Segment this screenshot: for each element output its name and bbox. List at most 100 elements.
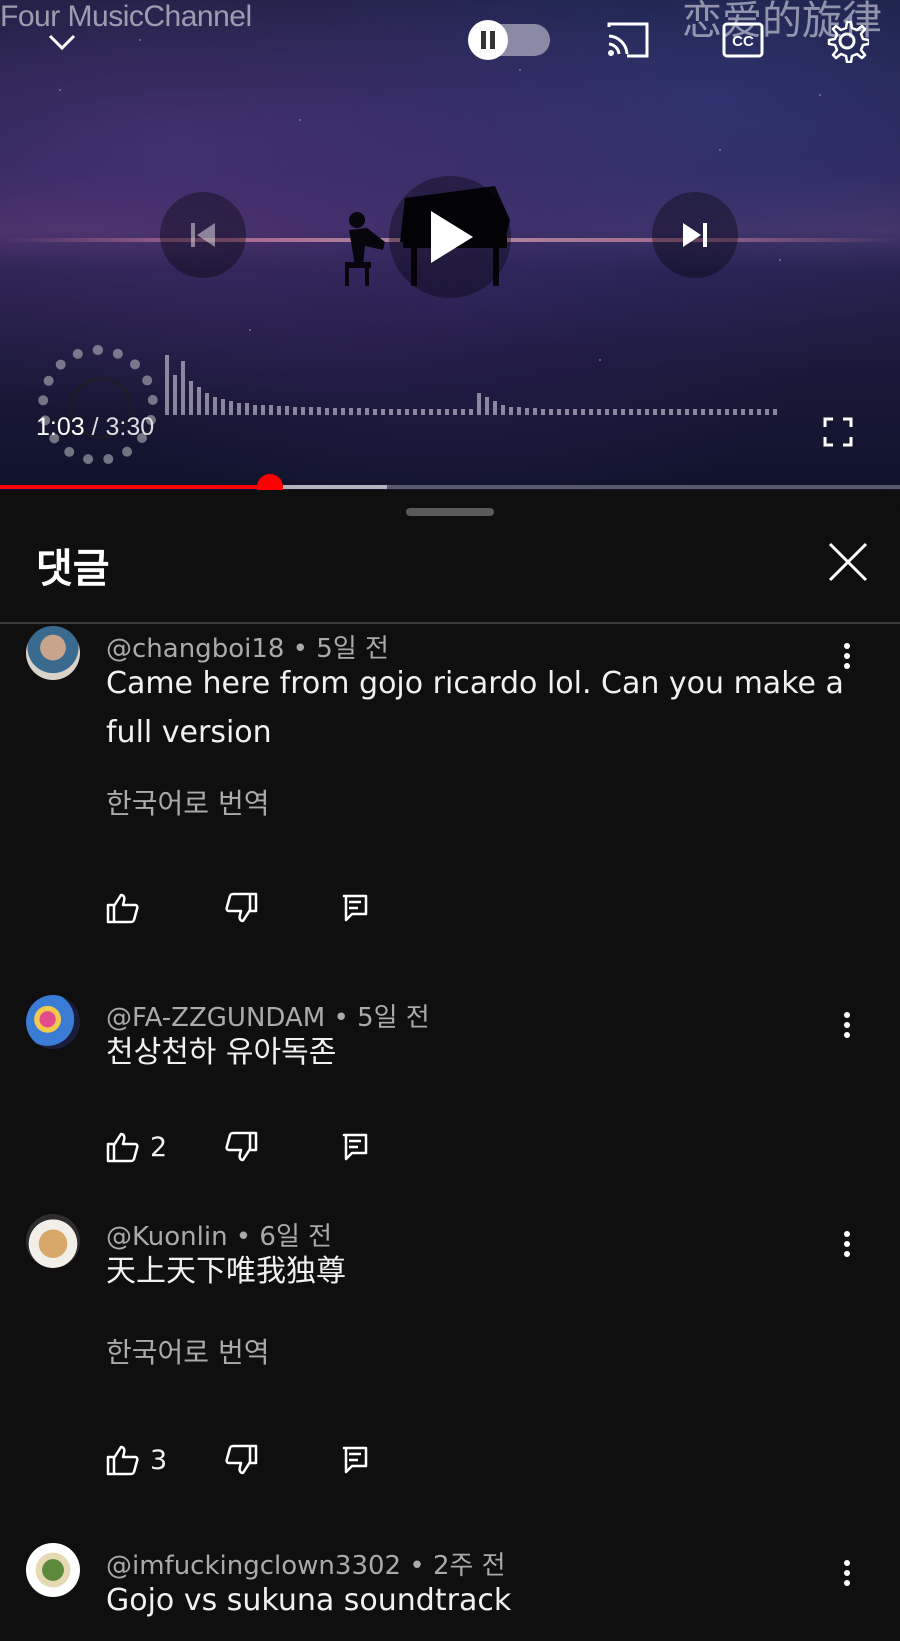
cast-icon [607, 22, 649, 58]
visualizer-bar [557, 409, 561, 415]
like-button[interactable] [106, 888, 150, 928]
fullscreen-icon [823, 417, 853, 447]
thumbs-down-icon [225, 892, 258, 923]
dislike-button[interactable] [224, 1127, 258, 1167]
settings-button[interactable] [822, 16, 872, 66]
visualizer-bar [429, 409, 433, 415]
visualizer-bar [333, 408, 337, 415]
visualizer-bar [725, 409, 729, 415]
translate-link[interactable]: 한국어로 번역 [106, 782, 269, 822]
comment-text: 천상천하 유아독존 [106, 1035, 337, 1070]
comment-actions [106, 888, 506, 928]
comment-actions: 2 [106, 1127, 506, 1167]
visualizer-bar [253, 405, 257, 415]
visualizer-bar [541, 409, 545, 415]
visualizer-bar [533, 408, 537, 415]
pause-icon [481, 31, 495, 49]
visualizer-bar [437, 409, 441, 415]
reply-icon [342, 1446, 368, 1474]
avatar[interactable] [26, 995, 80, 1049]
video-player[interactable]: Four MusicChannel 恋爱的旋律 CC 1:03 / 3:30 [0, 0, 900, 490]
visualizer-bar [181, 361, 185, 415]
visualizer-bar [405, 409, 409, 415]
reply-button[interactable] [342, 1440, 368, 1480]
like-count: 2 [150, 1131, 168, 1163]
thumbs-up-icon [106, 1132, 139, 1163]
autoplay-toggle[interactable] [468, 20, 550, 60]
play-icon [431, 211, 473, 263]
collapse-button[interactable] [40, 20, 84, 64]
visualizer-bar [445, 409, 449, 415]
reply-button[interactable] [342, 888, 368, 928]
visualizer-bar [293, 407, 297, 415]
channel-watermark: Four MusicChannel [0, 0, 252, 33]
visualizer-bar [645, 409, 649, 415]
visualizer-bar [349, 408, 353, 415]
visualizer-bar [485, 397, 489, 415]
seek-bar-progress [0, 485, 270, 489]
visualizer-bar [581, 409, 585, 415]
visualizer-bar [301, 407, 305, 415]
seek-bar[interactable] [0, 474, 900, 490]
close-button[interactable] [822, 536, 874, 588]
previous-button[interactable] [160, 192, 246, 278]
next-button[interactable] [652, 192, 738, 278]
visualizer-bar [189, 381, 193, 415]
visualizer-bar [229, 401, 233, 415]
thumbs-up-icon [106, 1445, 139, 1476]
visualizer-bar [477, 393, 481, 415]
visualizer-bar [325, 408, 329, 415]
avatar[interactable] [26, 1214, 80, 1268]
like-button[interactable]: 2 [106, 1127, 167, 1167]
avatar[interactable] [26, 1543, 80, 1597]
visualizer-bar [221, 399, 225, 415]
reply-button[interactable] [342, 1127, 368, 1167]
visualizer-bar [589, 409, 593, 415]
visualizer-bar [341, 408, 345, 415]
visualizer-bar [453, 409, 457, 415]
cast-button[interactable] [603, 18, 653, 62]
visualizer-bar [669, 409, 673, 415]
visualizer-bar [213, 397, 217, 415]
thumbs-up-icon [106, 893, 139, 924]
visualizer-bar [757, 409, 761, 415]
visualizer-bar [317, 407, 321, 415]
visualizer-bar [493, 401, 497, 415]
avatar[interactable] [26, 626, 80, 680]
visualizer-bar [733, 409, 737, 415]
visualizer-bar [285, 406, 289, 415]
play-button[interactable] [389, 176, 511, 298]
visualizer-bar [773, 409, 777, 415]
captions-button[interactable]: CC [720, 18, 766, 62]
svg-text:CC: CC [732, 33, 754, 50]
visualizer-bar [701, 409, 705, 415]
visualizer-bar [597, 409, 601, 415]
visualizer-bar [357, 408, 361, 415]
visualizer-bar [677, 409, 681, 415]
visualizer-bar [309, 407, 313, 415]
header-divider [0, 622, 900, 624]
visualizer-bar [165, 355, 169, 415]
like-button[interactable]: 3 [106, 1440, 167, 1480]
visualizer-bar [613, 409, 617, 415]
visualizer-bar [605, 409, 609, 415]
visualizer-bar [245, 403, 249, 415]
dislike-button[interactable] [224, 1440, 258, 1480]
visualizer-bar [509, 407, 513, 415]
visualizer-bar [709, 409, 713, 415]
visualizer-bar [237, 403, 241, 415]
dislike-button[interactable] [224, 888, 258, 928]
gear-icon [827, 20, 869, 63]
reply-icon [342, 1133, 368, 1161]
visualizer-bar [637, 409, 641, 415]
visualizer-bar [413, 409, 417, 415]
translate-link[interactable]: 한국어로 번역 [106, 1331, 269, 1371]
fullscreen-button[interactable] [818, 412, 858, 452]
drag-handle[interactable] [406, 508, 494, 516]
current-time: 1:03 [36, 413, 85, 441]
audio-visualizer [165, 345, 785, 415]
visualizer-bar [741, 409, 745, 415]
visualizer-bar [661, 409, 665, 415]
visualizer-bar [765, 409, 769, 415]
comment-text: 天上天下唯我独尊 [106, 1254, 346, 1289]
